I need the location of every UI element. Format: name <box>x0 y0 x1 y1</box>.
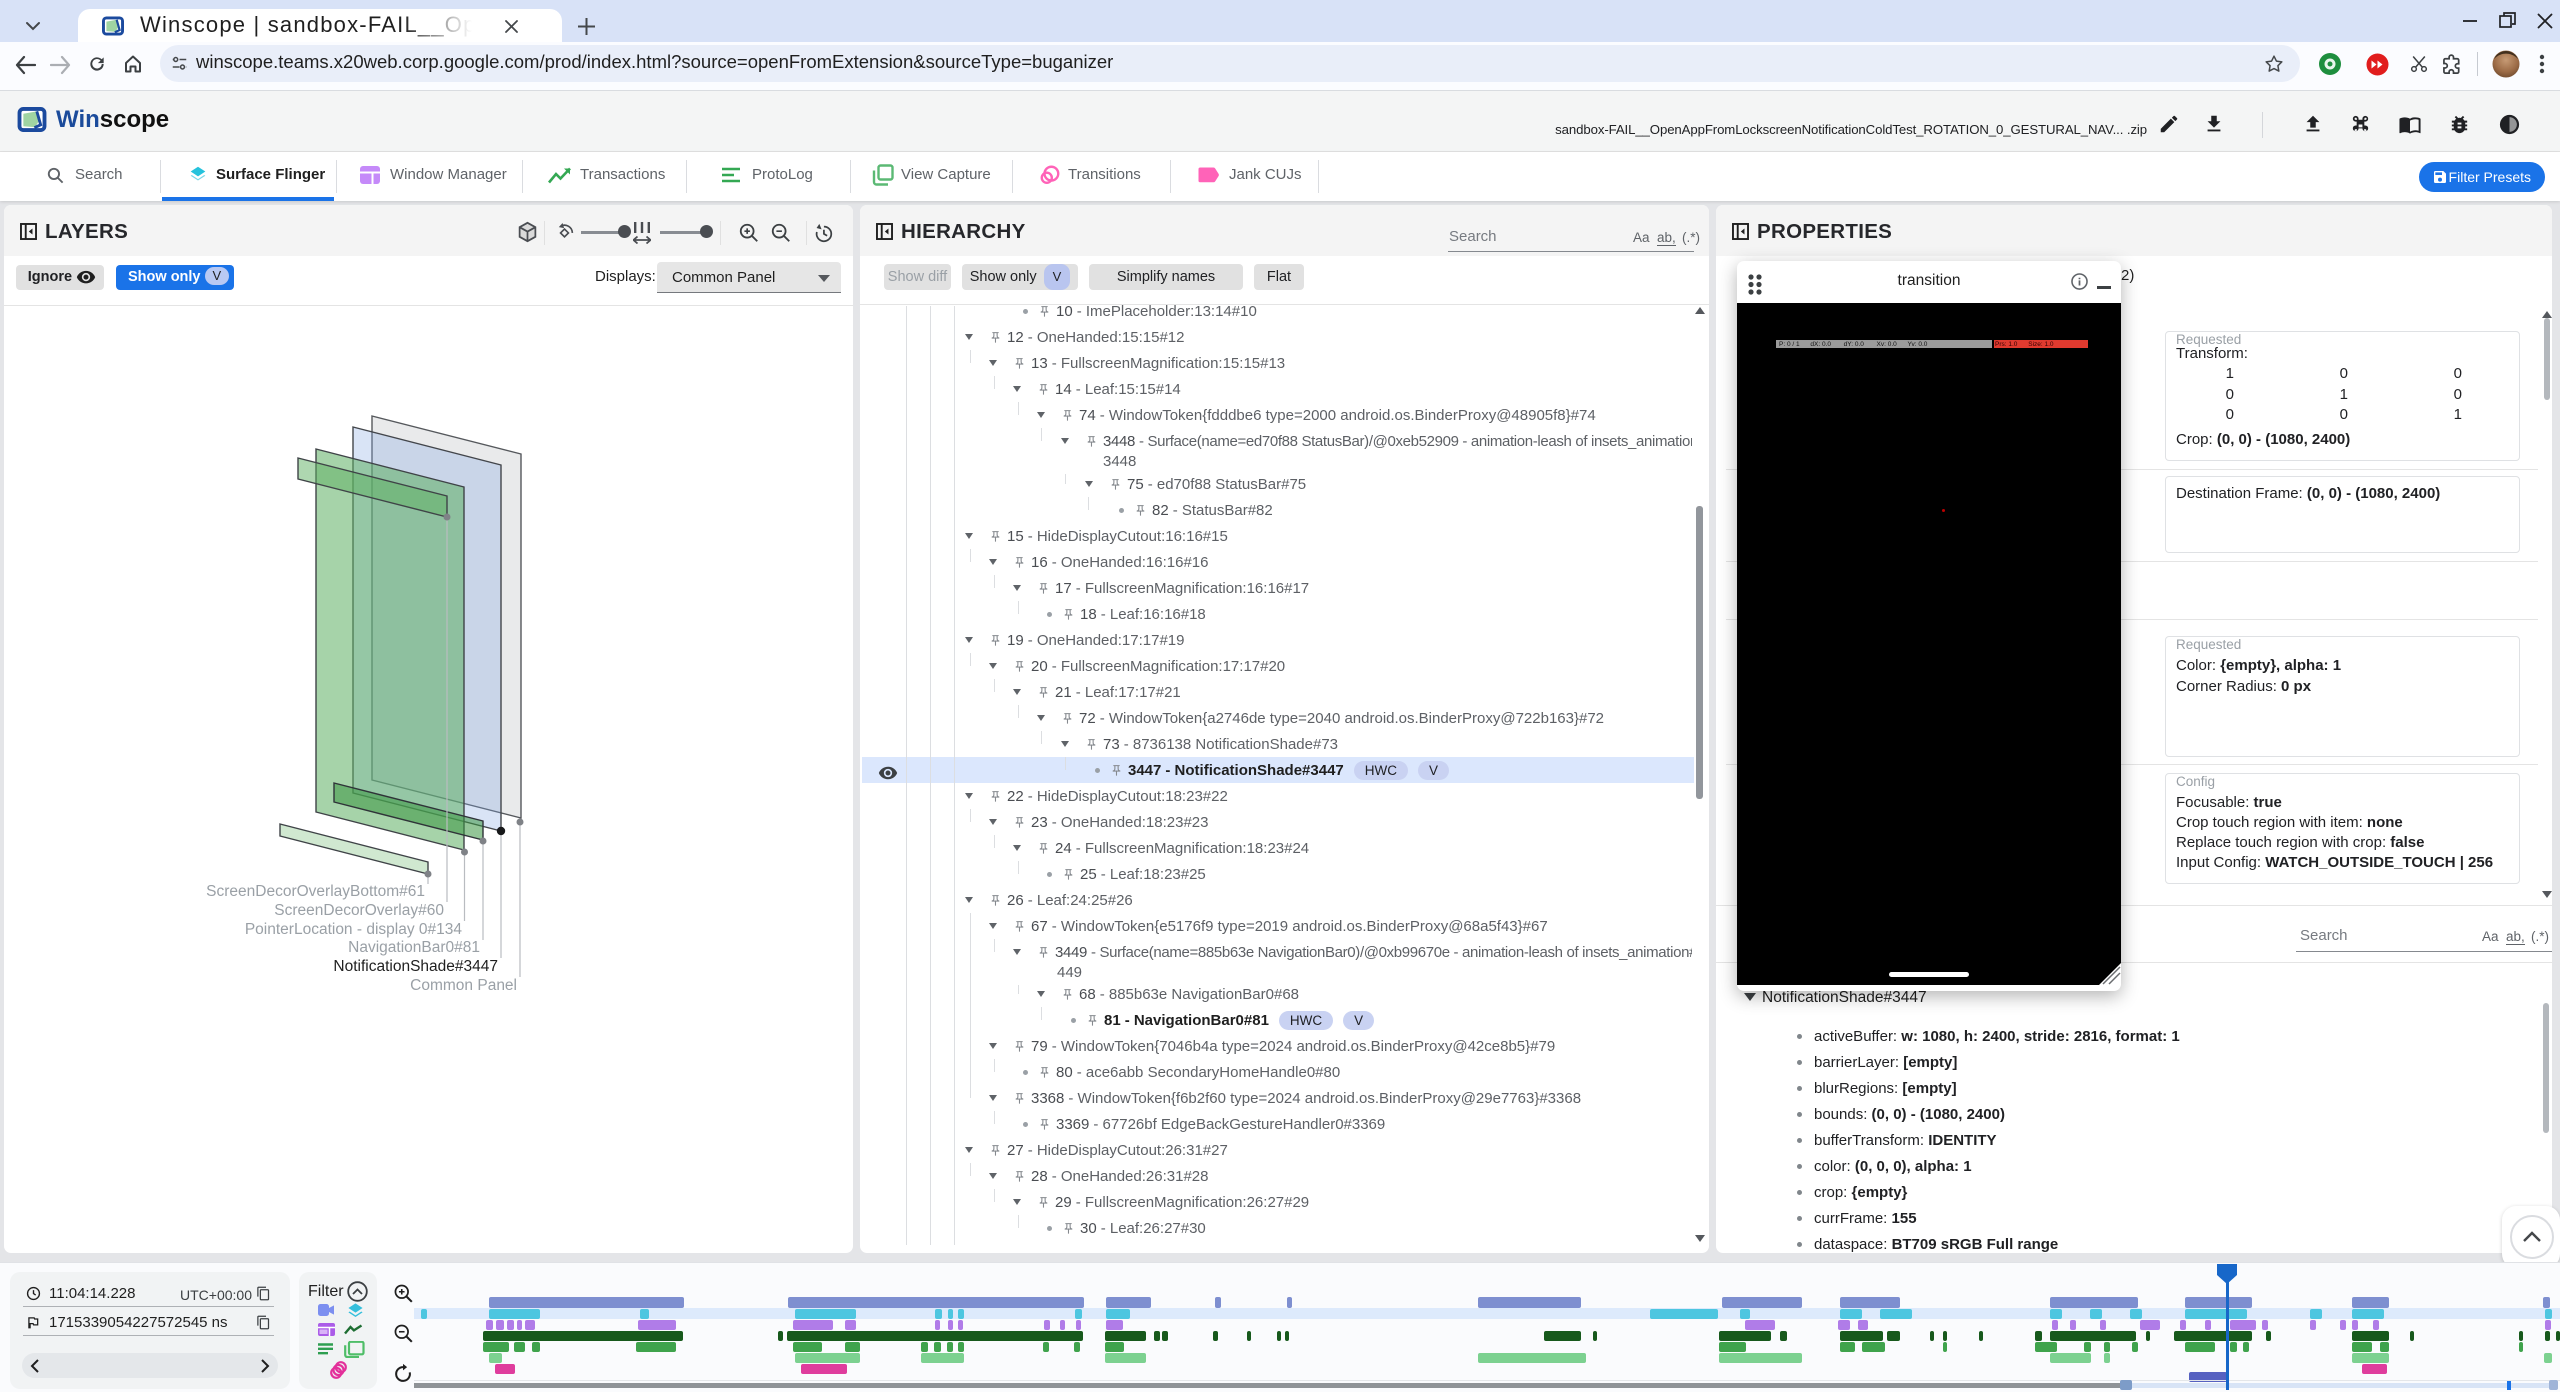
svg-text:Common Panel: Common Panel <box>410 977 517 994</box>
svg-text:NotificationShade#3447: NotificationShade#3447 <box>333 958 498 975</box>
svg-text:ScreenDecorOverlayBottom#61: ScreenDecorOverlayBottom#61 <box>206 883 425 900</box>
svg-text:NavigationBar0#81: NavigationBar0#81 <box>348 939 480 956</box>
svg-text:PointerLocation - display 0#13: PointerLocation - display 0#134 <box>245 921 463 938</box>
svg-text:ScreenDecorOverlay#60: ScreenDecorOverlay#60 <box>274 902 444 919</box>
